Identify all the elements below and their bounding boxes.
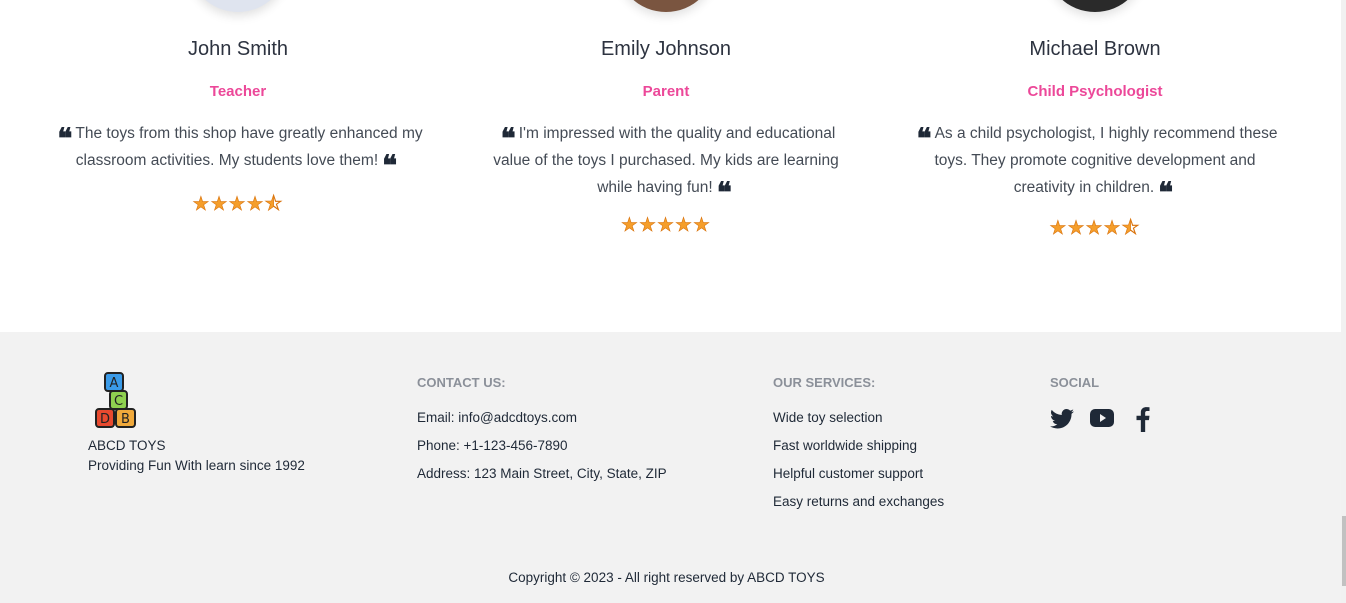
star-rating: ★★★★⯪	[1049, 218, 1141, 240]
social-heading: SOCIAL	[1050, 375, 1100, 390]
brand-name: ABCD TOYS	[88, 438, 166, 453]
service-link[interactable]: Easy returns and exchanges	[773, 494, 944, 509]
avatar	[1045, 0, 1145, 12]
quote-icon: ❝	[57, 122, 72, 155]
quote-icon: ❝	[916, 122, 932, 155]
avatar	[188, 0, 288, 12]
svg-text:D: D	[100, 412, 110, 427]
quote-text: As a child psychologist, I highly recomm…	[934, 125, 1278, 196]
services-heading: OUR SERVICES:	[773, 375, 876, 390]
testimonial-quote: ❝ The toys from this shop have greatly en…	[48, 120, 428, 182]
service-link[interactable]: Helpful customer support	[773, 466, 923, 481]
svg-text:B: B	[121, 412, 130, 427]
service-link[interactable]: Wide toy selection	[773, 410, 883, 425]
quote-text: The toys from this shop have greatly enh…	[75, 125, 423, 169]
testimonial-name: Emily Johnson	[600, 38, 732, 60]
youtube-icon[interactable]	[1090, 408, 1114, 428]
svg-text:A: A	[110, 376, 119, 391]
quote-icon: ❝	[500, 122, 516, 155]
service-link[interactable]: Fast worldwide shipping	[773, 438, 917, 453]
contact-email[interactable]: Email: info@adcdtoys.com	[417, 410, 577, 425]
quote-icon: ❝	[716, 176, 732, 209]
brand-tagline: Providing Fun With learn since 1992	[88, 458, 305, 473]
testimonial-quote: ❝ I'm impressed with the quality and educ…	[476, 120, 856, 209]
testimonial-role: Child Psychologist	[1027, 83, 1163, 100]
quote-icon: ❝	[1158, 176, 1173, 209]
scrollbar[interactable]	[1341, 0, 1346, 603]
abcd-blocks-logo: A C D B	[95, 372, 136, 428]
testimonial-name: John Smith	[187, 38, 289, 60]
footer: A C D B ABCD TOYS Providing Fun With lea…	[0, 332, 1341, 603]
contact-heading: CONTACT US:	[417, 375, 506, 390]
testimonial-name: Michael Brown	[1029, 38, 1161, 60]
quote-text: I'm impressed with the quality and educa…	[493, 125, 839, 196]
twitter-icon[interactable]	[1050, 408, 1074, 430]
contact-phone[interactable]: Phone: +1-123-456-7890	[417, 438, 568, 453]
avatar	[616, 0, 716, 12]
testimonial-role: Parent	[642, 83, 690, 100]
testimonial-role: Teacher	[209, 83, 267, 100]
copyright: Copyright © 2023 - All right reserved by…	[508, 570, 825, 585]
scrollbar-thumb[interactable]	[1342, 516, 1346, 586]
facebook-icon[interactable]	[1136, 406, 1150, 432]
quote-icon: ❝	[382, 149, 397, 182]
svg-text:C: C	[114, 394, 123, 409]
star-rating: ★★★★★	[620, 215, 712, 237]
testimonial-quote: ❝ As a child psychologist, I highly recom…	[905, 120, 1285, 209]
testimonials-section: John Smith Teacher ❝ The toys from this s…	[0, 0, 1341, 332]
star-rating: ★★★★⯪	[192, 194, 284, 216]
contact-address: Address: 123 Main Street, City, State, Z…	[417, 466, 667, 481]
